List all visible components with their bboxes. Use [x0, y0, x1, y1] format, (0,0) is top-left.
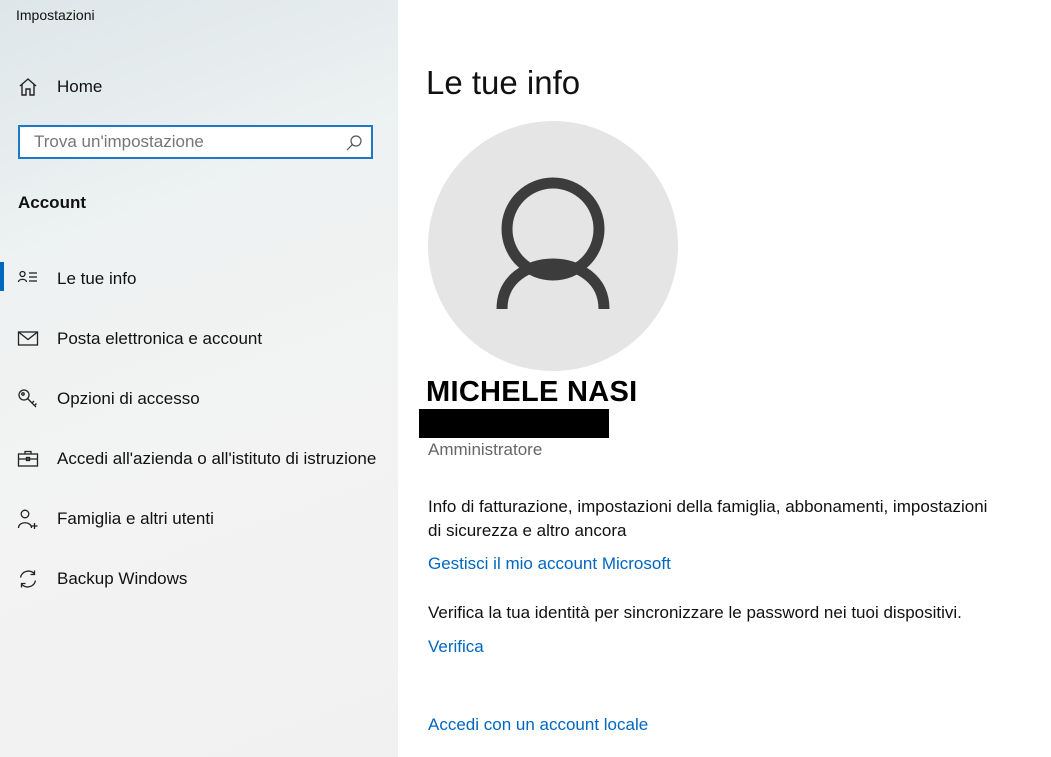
- sidebar-item-label: Posta elettronica e account: [57, 329, 263, 348]
- user-card-icon: [17, 268, 39, 290]
- user-role: Amministratore: [428, 440, 543, 459]
- sidebar-item-label: Le tue info: [57, 269, 137, 288]
- sidebar-item-le-tue-info[interactable]: Le tue info: [0, 259, 398, 299]
- main-content: Le tue info MICHELE NASI Amministratore …: [398, 0, 1051, 757]
- verify-identity-text: Verifica la tua identità per sincronizza…: [428, 603, 962, 622]
- home-icon: [17, 76, 39, 98]
- sidebar: Impostazioni Home Account: [0, 0, 398, 757]
- search-icon[interactable]: [345, 134, 363, 152]
- sidebar-item-opzioni-accesso[interactable]: Opzioni di accesso: [0, 379, 398, 419]
- home-label: Home: [57, 77, 103, 96]
- sidebar-item-home[interactable]: Home: [0, 70, 398, 104]
- verify-link[interactable]: Verifica: [428, 637, 484, 657]
- redaction-bar: [419, 409, 609, 438]
- search-input[interactable]: [20, 127, 344, 157]
- sidebar-item-label: Famiglia e altri utenti: [57, 509, 214, 528]
- sidebar-item-posta-elettronica[interactable]: Posta elettronica e account: [0, 319, 398, 359]
- local-account-link[interactable]: Accedi con un account locale: [428, 715, 648, 735]
- sidebar-item-backup[interactable]: Backup Windows: [0, 559, 398, 599]
- sidebar-item-famiglia[interactable]: Famiglia e altri utenti: [0, 499, 398, 539]
- sync-icon: [17, 568, 39, 590]
- sidebar-item-accedi-azienda[interactable]: Accedi all'azienda o all'istituto di ist…: [0, 439, 398, 479]
- search-box[interactable]: [18, 125, 373, 159]
- billing-info-text: Info di fatturazione, impostazioni della…: [428, 497, 988, 540]
- avatar: [428, 121, 678, 371]
- sidebar-item-label: Backup Windows: [57, 569, 188, 588]
- key-icon: [17, 388, 39, 410]
- manage-account-link[interactable]: Gestisci il mio account Microsoft: [428, 554, 671, 574]
- user-name: MICHELE NASI: [426, 376, 638, 408]
- briefcase-icon: [17, 448, 39, 470]
- section-title-account: Account: [18, 193, 86, 212]
- user-silhouette-icon: [496, 177, 610, 310]
- sidebar-item-label: Accedi all'azienda o all'istituto di ist…: [57, 449, 377, 468]
- sidebar-item-label: Opzioni di accesso: [57, 389, 200, 408]
- page-title: Le tue info: [426, 64, 581, 101]
- app-title: Impostazioni: [16, 7, 95, 23]
- mail-icon: [17, 328, 39, 350]
- add-person-icon: [17, 508, 39, 530]
